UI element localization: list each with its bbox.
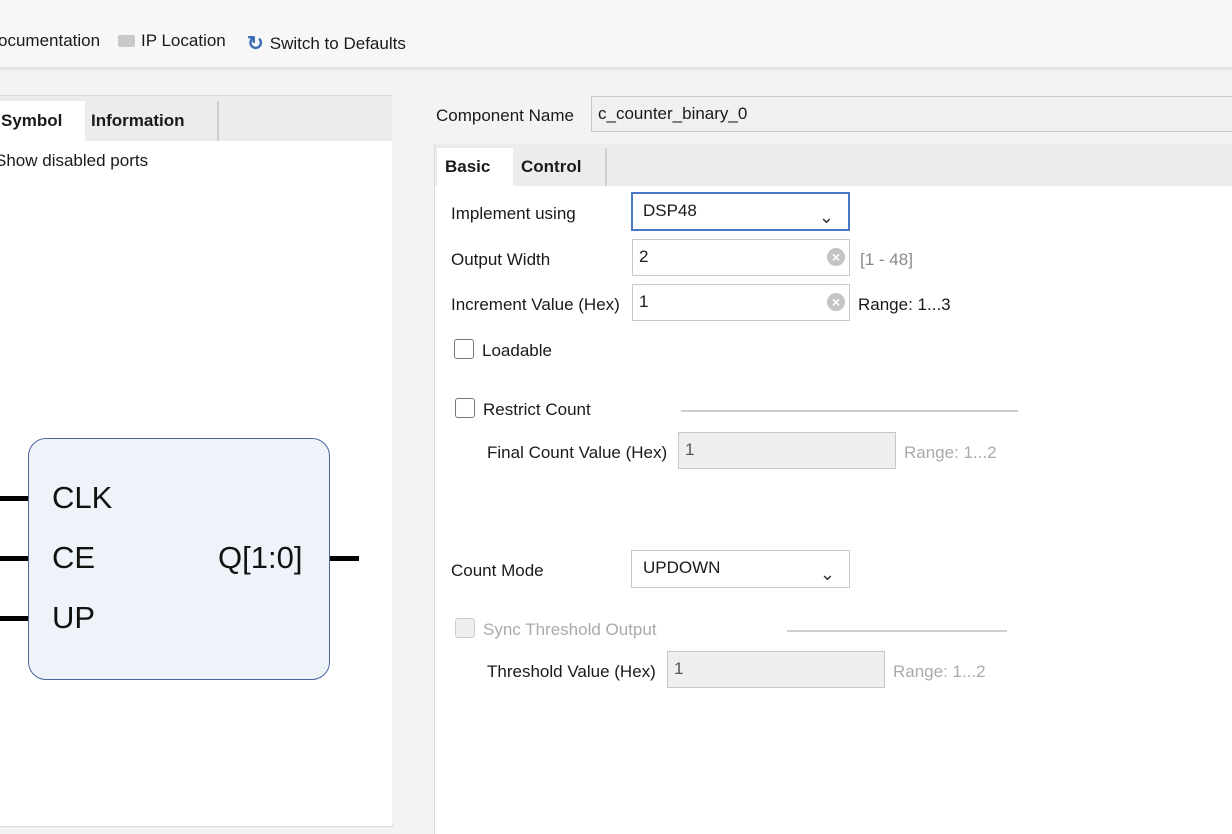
tab-basic[interactable]: Basic (437, 148, 513, 186)
restrict-count-label: Restrict Count (483, 400, 591, 419)
left-tab-bar: Symbol Information (0, 96, 392, 141)
port-q: Q[1:0] (218, 540, 303, 575)
pin-q (330, 556, 359, 561)
config-panel: Component Name c_counter_binary_0 Basic … (392, 95, 1232, 834)
ip-location-button[interactable]: IP Location (118, 31, 226, 51)
divider (787, 630, 1007, 632)
config-tab-bar: Basic Control (435, 144, 1232, 186)
folder-icon (118, 35, 135, 47)
tab-control[interactable]: Control (513, 148, 607, 186)
port-ce: CE (52, 540, 96, 575)
component-name-input[interactable]: c_counter_binary_0 (591, 96, 1232, 132)
chevron-down-icon: ⌄ (818, 207, 834, 227)
port-clk: CLK (52, 480, 113, 515)
ip-location-label: IP Location (141, 31, 226, 50)
increment-value-input[interactable]: 1 × (632, 284, 850, 321)
final-count-label: Final Count Value (Hex) (487, 443, 668, 462)
implement-using-value: DSP48 (643, 201, 697, 220)
pin-ce (0, 556, 28, 561)
divider (681, 410, 1018, 412)
sync-threshold-label: Sync Threshold Output (483, 620, 657, 639)
count-mode-value: UPDOWN (643, 558, 721, 577)
component-name-label: Component Name (436, 106, 574, 125)
increment-value-range: Range: 1...3 (858, 295, 951, 314)
documentation-label: ocumentation (0, 31, 101, 50)
implement-using-label: Implement using (451, 204, 576, 223)
threshold-value-range: Range: 1...2 (893, 662, 986, 681)
sync-threshold-checkbox[interactable] (455, 618, 475, 638)
count-mode-select[interactable]: UPDOWN ⌄ (631, 550, 850, 588)
loadable-label: Loadable (482, 341, 552, 360)
loadable-checkbox[interactable] (454, 339, 474, 359)
symbol-panel: Symbol Information Show disabled ports C… (0, 95, 393, 827)
increment-value-label: Increment Value (Hex) (451, 295, 620, 314)
show-disabled-ports[interactable]: Show disabled ports (0, 151, 148, 171)
switch-defaults-label: Switch to Defaults (269, 33, 406, 53)
output-width-range: [1 - 48] (860, 250, 913, 269)
tab-symbol[interactable]: Symbol (0, 101, 85, 141)
tab-information[interactable]: Information (83, 101, 219, 141)
port-up: UP (52, 600, 96, 635)
implement-using-select[interactable]: DSP48 ⌄ (631, 192, 850, 231)
toolbar: ocumentation IP Location ↻ Switch to Defa… (0, 0, 1232, 70)
documentation-button[interactable]: ocumentation (0, 31, 100, 51)
clear-icon[interactable]: × (827, 293, 845, 311)
threshold-value-input: 1 (667, 651, 885, 688)
output-width-value: 2 (639, 247, 649, 266)
count-mode-label: Count Mode (451, 561, 544, 580)
refresh-icon: ↻ (247, 33, 264, 55)
pin-up (0, 616, 28, 621)
pin-clk (0, 496, 28, 501)
clear-icon[interactable]: × (827, 248, 845, 266)
final-count-input: 1 (678, 432, 896, 469)
switch-defaults-button[interactable]: ↻ Switch to Defaults (247, 31, 406, 56)
threshold-value-label: Threshold Value (Hex) (487, 662, 656, 681)
restrict-count-checkbox[interactable] (455, 398, 475, 418)
output-width-label: Output Width (451, 250, 551, 269)
output-width-input[interactable]: 2 × (632, 239, 850, 276)
increment-value-value: 1 (639, 292, 649, 311)
final-count-range: Range: 1...2 (904, 443, 997, 462)
chevron-down-icon: ⌄ (819, 564, 835, 584)
